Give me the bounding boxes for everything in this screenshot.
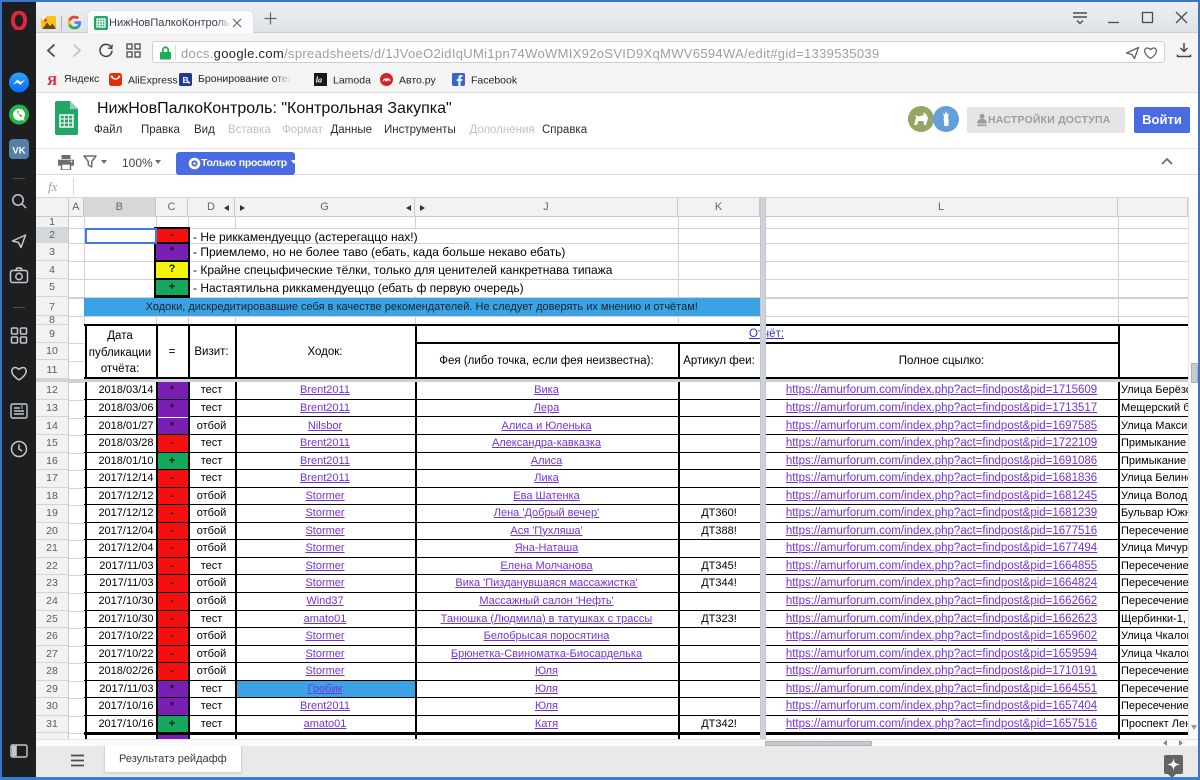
svg-text:B: B (182, 75, 188, 85)
svg-text:la: la (316, 76, 322, 85)
svg-text:VK: VK (12, 146, 25, 157)
